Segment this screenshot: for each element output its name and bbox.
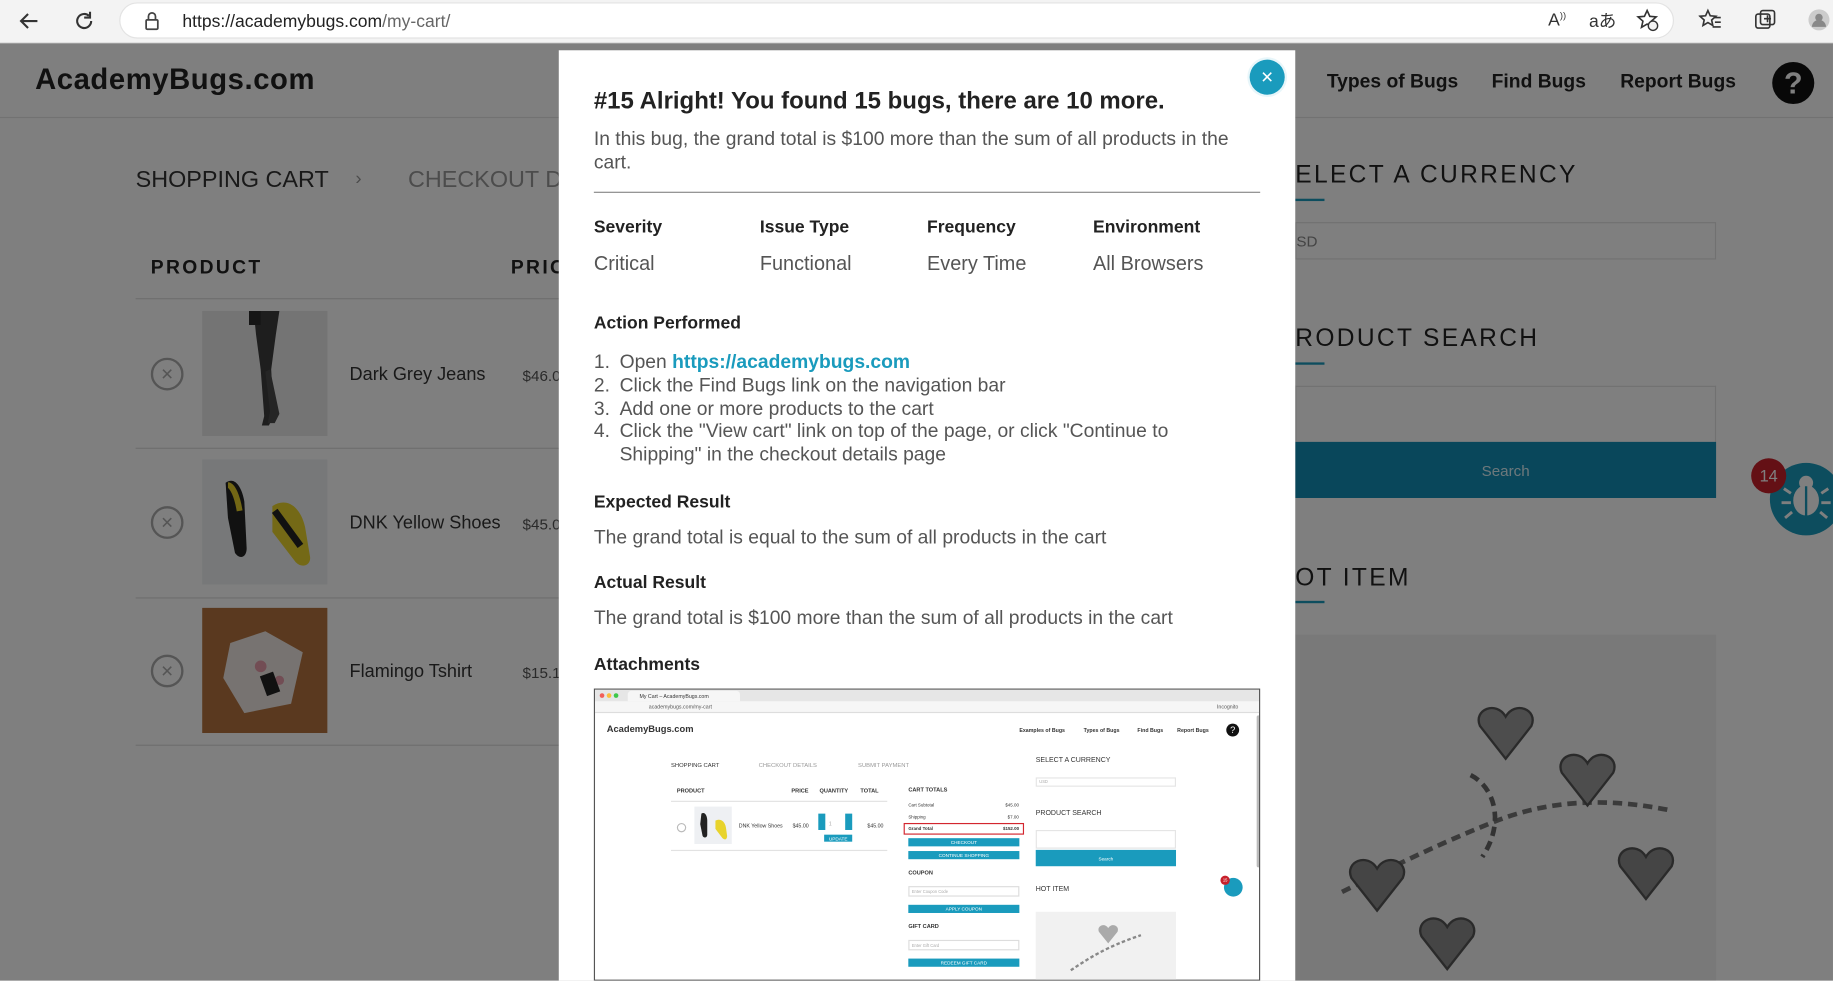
actual-result-text: The grand total is $100 more than the su… [593, 607, 1173, 629]
mini-redeem-button: REDEEM GIFT CARD [908, 958, 1020, 967]
mini-coupon-input: Enter Coupon Code [908, 886, 1020, 897]
collections-icon[interactable] [1751, 6, 1779, 34]
mini-product-total: $45.00 [867, 822, 884, 829]
frequency-label: Frequency [927, 217, 1016, 238]
mini-hot-heading: HOT ITEM [1035, 886, 1070, 894]
mini-cart-totals: CART TOTALS [908, 787, 948, 794]
mini-product-image [694, 806, 732, 845]
mini-search-input [1035, 829, 1177, 849]
mini-col: TOTAL [860, 789, 879, 795]
mini-incognito: Incognito [1216, 703, 1239, 710]
mini-divider [671, 849, 888, 852]
mini-remove-icon [676, 822, 687, 833]
lock-icon [144, 11, 160, 38]
mini-total-value: $45.00 [1005, 803, 1019, 808]
mini-help-icon: ? [1226, 723, 1240, 737]
mini-currency-heading: SELECT A CURRENCY [1035, 757, 1111, 765]
mini-qty-minus [818, 813, 826, 830]
address-bar[interactable]: https://academybugs.com/my-cart/ [119, 2, 1675, 39]
mini-col: QUANTITY [819, 789, 849, 795]
environment-value: All Browsers [1093, 252, 1204, 275]
severity-value: Critical [593, 252, 655, 275]
severity-label: Severity [593, 217, 663, 238]
mini-step: SUBMIT PAYMENT [858, 762, 910, 770]
mini-nav: Types of Bugs [1083, 727, 1120, 733]
browser-window: https://academybugs.com/my-cart/ A)) aあ … [0, 0, 1833, 981]
list-item: 1. Open https://academybugs.com [593, 351, 911, 373]
modal-title: #15 Alright! You found 15 bugs, there ar… [593, 87, 1165, 115]
attachment-content: My Cart – AcademyBugs.com academybugs.co… [595, 689, 1260, 980]
translate-icon[interactable]: aあ [1589, 6, 1617, 34]
bug-details-modal: × #15 Alright! You found 15 bugs, there … [558, 50, 1296, 981]
mini-total-value: $7.00 [1007, 814, 1019, 820]
mini-qty: 1 [828, 820, 832, 827]
frequency-value: Every Time [927, 252, 1027, 275]
mini-nav: Examples of Bugs [1019, 727, 1065, 733]
mini-logo: AcademyBugs.com [606, 723, 694, 735]
expected-result-heading: Expected Result [593, 492, 731, 513]
back-icon[interactable] [14, 6, 44, 36]
list-item: 2. Click the Find Bugs link on the naviga… [593, 375, 1006, 397]
mini-continue-button: CONTINUE SHOPPING [908, 851, 1020, 860]
mini-url: academybugs.com/my-cart [648, 703, 712, 710]
mini-checkout-button: CHECKOUT [908, 838, 1020, 847]
attachments-heading: Attachments [593, 654, 701, 675]
list-item: 4. Click the "View cart" link on top of t… [593, 421, 1169, 466]
mini-total-label: Grand Total [908, 826, 933, 832]
steps-list: 1. Open https://academybugs.com 2. Click t… [594, 352, 1249, 468]
read-aloud-icon[interactable]: A)) [1544, 6, 1570, 34]
mini-total-value: $152.00 [1003, 826, 1020, 832]
mini-update-button: UPDATE [824, 834, 853, 842]
close-icon[interactable]: × [1249, 59, 1285, 95]
mini-scrollbar [1256, 715, 1260, 868]
issue-type-value: Functional [759, 252, 852, 275]
modal-description: In this bug, the grand total is $100 mor… [593, 128, 1229, 174]
mini-product-name: DNK Yellow Shoes [738, 822, 783, 829]
mini-col: PRODUCT [676, 789, 705, 795]
action-performed-heading: Action Performed [593, 313, 741, 334]
mini-hot-image [1035, 911, 1177, 980]
reload-icon[interactable] [69, 6, 99, 36]
mini-coupon: COUPON [908, 870, 933, 877]
mini-search-button: Search [1035, 849, 1177, 867]
expected-result-text: The grand total is equal to the sum of a… [593, 527, 1107, 549]
mini-url-bar: academybugs.com/my-cart Incognito [595, 701, 1260, 714]
mini-total-label: Shipping [908, 814, 926, 820]
mini-nav: Find Bugs [1137, 727, 1164, 733]
favorites-icon[interactable] [1696, 6, 1724, 34]
modal-divider [593, 191, 1261, 193]
environment-label: Environment [1093, 217, 1201, 238]
mini-giftcard: GIFT CARD [908, 924, 939, 931]
mini-bug-badge: 15 [1220, 875, 1230, 885]
mini-tab-bar: My Cart – AcademyBugs.com [595, 689, 1260, 702]
mini-search-heading: PRODUCT SEARCH [1035, 810, 1102, 818]
mini-step: CHECKOUT DETAILS [758, 762, 817, 770]
mini-col: PRICE [791, 789, 809, 795]
favorite-add-icon[interactable] [1633, 6, 1661, 34]
browser-toolbar: https://academybugs.com/my-cart/ A)) aあ [0, 0, 1833, 44]
mini-apply-button: APPLY COUPON [908, 904, 1020, 913]
mini-nav: Report Bugs [1177, 727, 1209, 733]
mini-tab-title: My Cart – AcademyBugs.com [627, 690, 740, 702]
mini-divider [671, 800, 888, 802]
issue-type-label: Issue Type [759, 217, 850, 238]
mini-giftcard-input: Enter Gift Card [908, 939, 1020, 951]
mini-step: SHOPPING CART [671, 762, 720, 770]
mini-currency-select: USD [1035, 777, 1177, 787]
list-item: 3. Add one or more products to the cart [593, 398, 934, 420]
mini-product-price: $45.00 [792, 822, 809, 829]
url-text: https://academybugs.com/my-cart/ [182, 11, 451, 32]
actual-result-heading: Actual Result [593, 572, 706, 593]
mini-total-label: Cart Subtotal [908, 803, 935, 808]
profile-icon[interactable] [1806, 6, 1832, 34]
mini-qty-plus [845, 813, 853, 830]
site-link[interactable]: https://academybugs.com [672, 352, 910, 373]
attachment-screenshot[interactable]: My Cart – AcademyBugs.com academybugs.co… [593, 688, 1261, 981]
